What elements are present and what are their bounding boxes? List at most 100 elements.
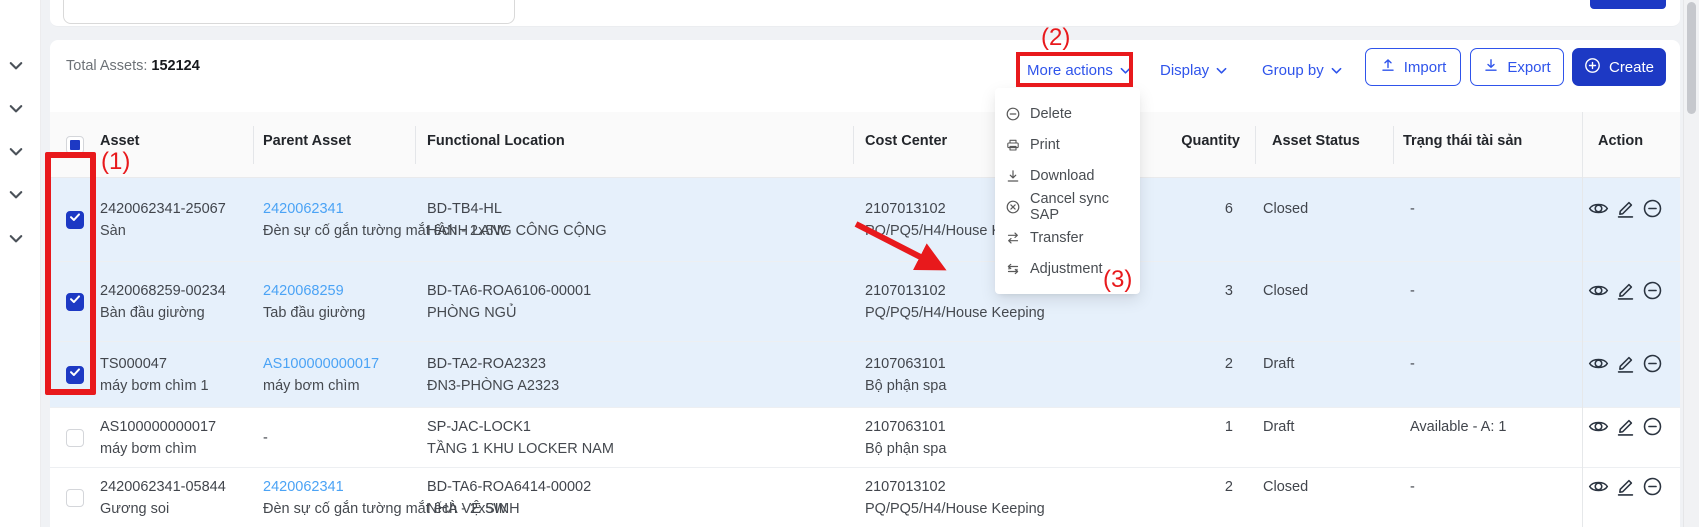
action-cell — [1588, 476, 1663, 520]
display-button[interactable]: Display — [1160, 62, 1227, 79]
functional-location-code: BD-TA6-ROA6106-00001 — [427, 280, 591, 302]
functional-location-cell: SP-JAC-LOCK1 TẦNG 1 KHU LOCKER NAM — [427, 416, 614, 460]
row-checkbox[interactable] — [66, 429, 84, 447]
export-button[interactable]: Export — [1470, 48, 1564, 86]
menu-item[interactable]: Print — [995, 129, 1140, 160]
parent-asset-link[interactable]: - — [263, 427, 268, 449]
functional-location-code: SP-JAC-LOCK1 — [427, 416, 614, 438]
column-header-functional-location: Functional Location — [427, 133, 565, 149]
cost-center-cell: 2107063101 Bộ phận spa — [865, 416, 946, 460]
chevron-down-icon — [1331, 62, 1342, 79]
edit-icon[interactable] — [1615, 476, 1636, 497]
cost-center-cell: 2107013102 PQ/PQ5/H4/House Keeping — [865, 476, 1045, 520]
functional-location-code: BD-TA2-ROA2323 — [427, 353, 559, 375]
menu-item[interactable]: Download — [995, 160, 1140, 191]
asset-status-cell: Closed — [1263, 198, 1308, 242]
functional-location-name: ĐN3-PHÒNG A2323 — [427, 375, 559, 397]
parent-asset-link[interactable]: AS100000000017 — [263, 353, 379, 375]
column-header-parent-asset: Parent Asset — [263, 133, 351, 149]
chevron-down-icon[interactable] — [9, 190, 23, 200]
edit-icon[interactable] — [1615, 416, 1636, 437]
disable-icon[interactable] — [1642, 198, 1663, 219]
menu-item-label: Download — [1030, 168, 1095, 184]
plus-circle-icon — [1584, 57, 1601, 78]
action-cell — [1588, 280, 1663, 324]
action-column-divider — [1582, 112, 1583, 527]
asset-cell: 2420068259-00234 Bàn đầu giường — [100, 280, 226, 324]
asset-status-cell: Draft — [1263, 416, 1294, 460]
view-icon[interactable] — [1588, 476, 1609, 497]
asset-name: Bàn đầu giường — [100, 302, 226, 324]
parent-asset-link[interactable]: 2420068259 — [263, 280, 365, 302]
disable-icon[interactable] — [1642, 280, 1663, 301]
disable-icon[interactable] — [1642, 476, 1663, 497]
total-assets-value: 152124 — [151, 58, 199, 74]
edit-icon[interactable] — [1615, 198, 1636, 219]
asset-name: Sàn — [100, 220, 226, 242]
total-assets-summary: Total Assets:152124 — [66, 58, 200, 74]
asset-status-cell: Closed — [1263, 280, 1308, 324]
edit-icon[interactable] — [1615, 353, 1636, 374]
menu-item[interactable]: Cancel sync SAP — [995, 191, 1140, 222]
functional-location-cell: BD-TB4-HL HÀNH LANG CÔNG CỘNG — [427, 198, 607, 242]
close-circle-icon — [1006, 200, 1020, 214]
annotation-arrow — [846, 216, 958, 282]
chevron-down-icon[interactable] — [9, 61, 23, 71]
annotation-box-2 — [1016, 52, 1133, 87]
search-button-fragment[interactable] — [1590, 0, 1666, 9]
parent-asset-cell: AS100000000017 máy bơm chìm — [263, 353, 379, 397]
asset-name: máy bơm chìm — [100, 438, 216, 460]
search-input[interactable] — [63, 0, 515, 24]
asset-table-panel: Total Assets:152124 More actions Display… — [50, 40, 1680, 527]
annotation-label-1: (1) — [101, 148, 130, 176]
cost-center-name: Bộ phận spa — [865, 438, 946, 460]
menu-item[interactable]: Transfer — [995, 222, 1140, 253]
view-icon[interactable] — [1588, 280, 1609, 301]
column-header-cost-center: Cost Center — [865, 133, 947, 149]
display-label: Display — [1160, 62, 1209, 79]
minus-circle-icon — [1006, 107, 1020, 121]
quantity-cell: 3 — [1130, 280, 1233, 324]
column-header-asset: Asset — [100, 133, 140, 149]
cost-center-code: 2107063101 — [865, 416, 946, 438]
asset-status-cell: Draft — [1263, 353, 1294, 397]
import-label: Import — [1404, 59, 1447, 76]
create-button[interactable]: Create — [1572, 48, 1666, 86]
chevron-down-icon[interactable] — [9, 104, 23, 114]
row-checkbox[interactable] — [66, 489, 84, 507]
functional-location-code: BD-TB4-HL — [427, 198, 607, 220]
chevron-down-icon[interactable] — [9, 234, 23, 244]
column-header-vn-status: Trạng thái tài sản — [1403, 133, 1522, 149]
printer-icon — [1006, 138, 1020, 152]
disable-icon[interactable] — [1642, 353, 1663, 374]
more-actions-dropdown: Delete Print Download Cancel sync SAP Tr… — [995, 88, 1140, 294]
action-cell — [1588, 416, 1663, 460]
edit-icon[interactable] — [1615, 280, 1636, 301]
functional-location-code: BD-TA6-ROA6414-00002 — [427, 476, 591, 498]
parent-asset-name: Tab đầu giường — [263, 302, 365, 324]
table-row[interactable]: AS100000000017 máy bơm chìm - SP-JAC-LOC… — [50, 408, 1680, 468]
annotation-box-1 — [45, 152, 96, 395]
asset-cell: 2420062341-05844 Gương soi — [100, 476, 226, 520]
asset-id: AS100000000017 — [100, 416, 216, 438]
functional-location-name: PHÒNG NGỦ — [427, 302, 591, 324]
view-icon[interactable] — [1588, 353, 1609, 374]
scrollbar-thumb[interactable] — [1687, 2, 1696, 114]
asset-id: 2420068259-00234 — [100, 280, 226, 302]
import-button[interactable]: Import — [1365, 48, 1461, 86]
menu-item[interactable]: Delete — [995, 98, 1140, 129]
vn-status-cell: Available - A: 1 — [1410, 416, 1506, 460]
menu-item-label: Print — [1030, 137, 1060, 153]
cost-center-code: 2107013102 — [865, 476, 1045, 498]
view-icon[interactable] — [1588, 416, 1609, 437]
table-row[interactable]: 2420062341-05844 Gương soi 2420062341 Đè… — [50, 468, 1680, 527]
asset-name: Gương soi — [100, 498, 226, 520]
table-row[interactable]: TS000047 máy bơm chìm 1 AS100000000017 m… — [50, 342, 1680, 408]
disable-icon[interactable] — [1642, 416, 1663, 437]
parent-asset-cell: 2420068259 Tab đầu giường — [263, 280, 365, 324]
page-scrollbar[interactable] — [1683, 0, 1699, 527]
view-icon[interactable] — [1588, 198, 1609, 219]
group-by-button[interactable]: Group by — [1262, 62, 1342, 79]
action-cell — [1588, 198, 1663, 242]
chevron-down-icon[interactable] — [9, 147, 23, 157]
